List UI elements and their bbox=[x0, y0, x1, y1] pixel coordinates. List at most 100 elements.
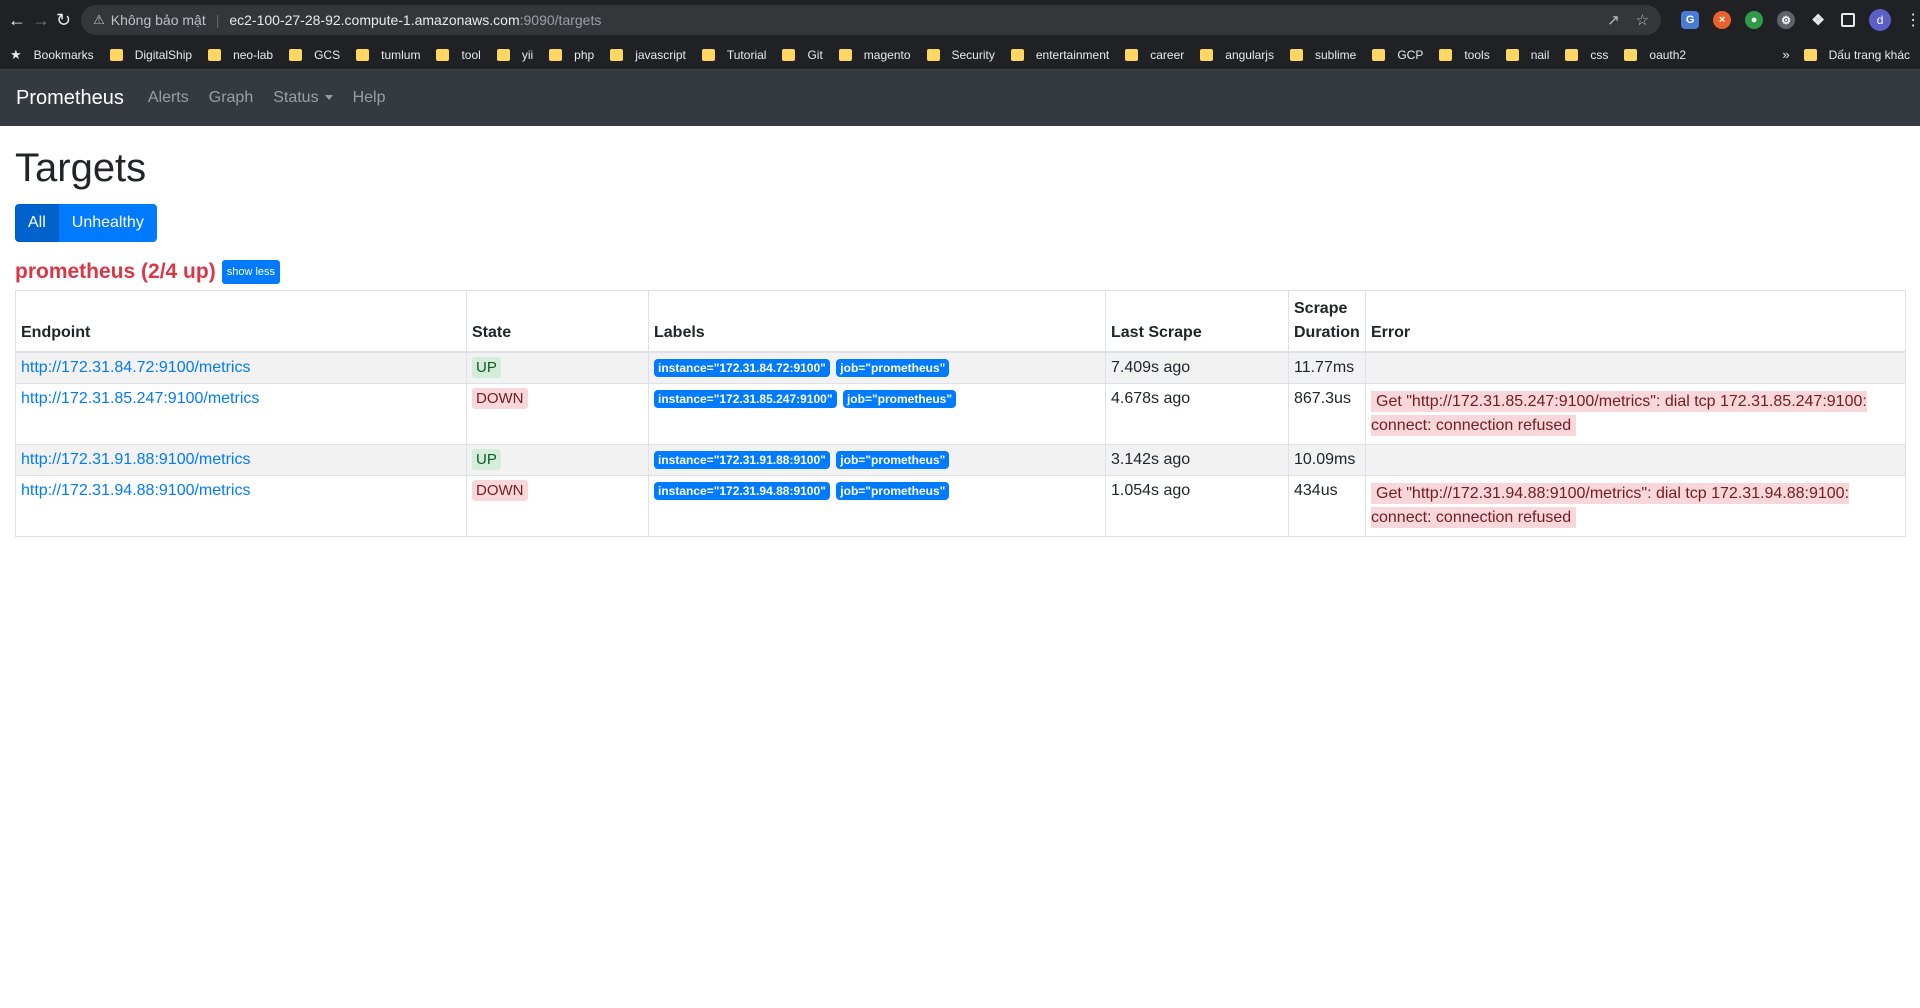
bookmark-label: yii bbox=[521, 47, 534, 62]
url-path: :9090/targets bbox=[519, 12, 602, 28]
endpoint-link[interactable]: http://172.31.94.88:9100/metrics bbox=[21, 482, 250, 499]
nav-help[interactable]: Help bbox=[353, 89, 386, 107]
bookmark-folder[interactable]: magento bbox=[838, 47, 911, 62]
translate-extension-icon[interactable]: G bbox=[1681, 11, 1700, 29]
avatar[interactable]: d bbox=[1869, 9, 1892, 31]
bookmark-folder[interactable]: oauth2 bbox=[1624, 48, 1686, 62]
bookmark-label: tool bbox=[461, 47, 481, 62]
state-badge: UP bbox=[472, 357, 501, 378]
bookmark-label: magento bbox=[863, 47, 911, 62]
folder-icon bbox=[1565, 48, 1579, 61]
folder-icon bbox=[1624, 48, 1638, 61]
bookmark-label: angularjs bbox=[1225, 47, 1274, 62]
bookmark-folder[interactable]: nail bbox=[1505, 48, 1549, 62]
labels-cell: instance="172.31.84.72:9100" job="promet… bbox=[648, 351, 1106, 384]
bookmark-folder[interactable]: Security bbox=[926, 48, 995, 62]
bookmark-folder[interactable]: sublime bbox=[1289, 48, 1356, 62]
last-scrape-cell: 3.142s ago bbox=[1105, 444, 1289, 476]
bookmark-label: Dấu trang khác bbox=[1828, 47, 1910, 62]
nav-status-dropdown[interactable]: Status bbox=[273, 89, 333, 107]
address-bar[interactable]: ⚠ Không bảo mật | ec2-100-27-28-92.compu… bbox=[81, 5, 1662, 35]
folder-icon bbox=[926, 48, 940, 61]
error-cell bbox=[1365, 444, 1906, 476]
page-title: Targets bbox=[15, 146, 147, 190]
bookmark-folder[interactable]: neo-lab bbox=[208, 48, 273, 62]
side-panel-icon[interactable] bbox=[1841, 13, 1856, 27]
share-icon[interactable]: ↗ bbox=[1607, 11, 1620, 29]
bookmark-folder[interactable]: entertainment bbox=[1010, 48, 1109, 62]
folder-icon bbox=[109, 48, 123, 61]
folder-icon bbox=[782, 48, 796, 61]
more-bookmarks-button[interactable]: » bbox=[1782, 47, 1789, 62]
state-cell: UP bbox=[466, 351, 649, 384]
folder-icon bbox=[208, 48, 222, 61]
last-scrape-cell: 1.054s ago bbox=[1105, 475, 1289, 537]
folder-icon bbox=[1289, 48, 1303, 61]
reload-icon[interactable]: ↻ bbox=[56, 5, 71, 35]
folder-icon bbox=[496, 48, 510, 61]
table-row: http://172.31.94.88:9100/metrics DOWN in… bbox=[15, 475, 1906, 537]
menu-icon[interactable]: ⋮ bbox=[1905, 10, 1920, 30]
bookmark-folder[interactable]: career bbox=[1125, 48, 1184, 62]
bookmark-label: neo-lab bbox=[233, 47, 274, 62]
nav-graph[interactable]: Graph bbox=[209, 89, 253, 107]
bookmark-folder[interactable]: Tutorial bbox=[701, 47, 767, 62]
endpoint-link[interactable]: http://172.31.85.247:9100/metrics bbox=[21, 390, 259, 407]
header-error: Error bbox=[1365, 290, 1906, 353]
endpoint-link[interactable]: http://172.31.84.72:9100/metrics bbox=[21, 359, 250, 376]
header-scrape-duration-line1: Scrape bbox=[1294, 300, 1348, 317]
browser-toolbar: ← → ↻ ⚠ Không bảo mật | ec2-100-27-28-92… bbox=[0, 0, 1920, 40]
gear-icon[interactable]: ⚙ bbox=[1777, 11, 1796, 29]
close-extension-icon[interactable]: × bbox=[1713, 11, 1732, 29]
bookmark-folder[interactable]: GCS bbox=[289, 48, 340, 62]
bookmark-folder[interactable]: php bbox=[549, 48, 594, 62]
label-job-badge: job="prometheus" bbox=[836, 451, 950, 469]
back-arrow-icon[interactable]: ← bbox=[8, 5, 26, 35]
leaf-extension-icon[interactable]: ● bbox=[1745, 11, 1764, 29]
brand-link[interactable]: Prometheus bbox=[16, 87, 124, 110]
state-badge: DOWN bbox=[472, 388, 528, 409]
filter-unhealthy-button[interactable]: Unhealthy bbox=[58, 204, 157, 242]
bookmark-label: css bbox=[1590, 47, 1609, 62]
endpoint-cell: http://172.31.85.247:9100/metrics bbox=[15, 383, 467, 445]
label-job-badge: job="prometheus" bbox=[836, 482, 950, 500]
star-icon: ★ bbox=[10, 46, 22, 62]
bookmark-label: oauth2 bbox=[1649, 47, 1687, 62]
bookmark-folder[interactable]: tool bbox=[436, 47, 481, 62]
bookmark-label: DigitalShip bbox=[134, 47, 193, 62]
bookmark-label: tumlum bbox=[381, 47, 421, 62]
table-row: http://172.31.84.72:9100/metrics UP inst… bbox=[15, 351, 1906, 384]
bookmark-folder[interactable]: yii bbox=[496, 47, 534, 62]
show-less-button[interactable]: show less bbox=[221, 260, 280, 284]
last-scrape-cell: 4.678s ago bbox=[1105, 383, 1289, 445]
endpoint-link[interactable]: http://172.31.91.88:9100/metrics bbox=[21, 451, 250, 468]
label-instance-badge: instance="172.31.94.88:9100" bbox=[654, 482, 830, 500]
folder-icon bbox=[1803, 48, 1817, 61]
header-labels: Labels bbox=[648, 290, 1106, 353]
bookmark-folder[interactable]: GCP bbox=[1372, 48, 1423, 62]
forward-arrow-icon[interactable]: → bbox=[32, 5, 50, 35]
bookmark-star-icon[interactable]: ☆ bbox=[1636, 11, 1649, 29]
bookmark-bookmarks[interactable]: ★ Bookmarks bbox=[10, 47, 94, 63]
bookmark-folder[interactable]: angularjs bbox=[1200, 48, 1274, 62]
url-host: ec2-100-27-28-92.compute-1.amazonaws.com bbox=[229, 12, 520, 28]
filter-all-button[interactable]: All bbox=[15, 204, 59, 242]
bookmark-folder[interactable]: tumlum bbox=[356, 48, 420, 62]
endpoint-cell: http://172.31.84.72:9100/metrics bbox=[15, 351, 467, 384]
bookmark-folder[interactable]: javascript bbox=[610, 48, 686, 62]
folder-icon bbox=[1200, 48, 1214, 61]
other-bookmarks[interactable]: Dấu trang khác bbox=[1803, 47, 1910, 62]
state-badge: DOWN bbox=[472, 480, 528, 501]
puzzle-icon[interactable]: ❖ bbox=[1809, 11, 1827, 29]
bookmark-label: GCS bbox=[314, 47, 341, 62]
folder-icon bbox=[436, 48, 450, 61]
nav-alerts[interactable]: Alerts bbox=[148, 89, 189, 107]
bookmark-folder[interactable]: DigitalShip bbox=[109, 47, 193, 62]
job-title[interactable]: prometheus (2/4 up) bbox=[15, 260, 216, 284]
bookmark-label: Tutorial bbox=[726, 47, 767, 62]
bookmark-folder[interactable]: tools bbox=[1439, 48, 1490, 62]
duration-cell: 434us bbox=[1288, 475, 1366, 537]
header-scrape-duration-line2: Duration bbox=[1294, 324, 1360, 341]
bookmark-folder[interactable]: css bbox=[1565, 48, 1608, 62]
bookmark-folder[interactable]: Git bbox=[782, 48, 823, 62]
